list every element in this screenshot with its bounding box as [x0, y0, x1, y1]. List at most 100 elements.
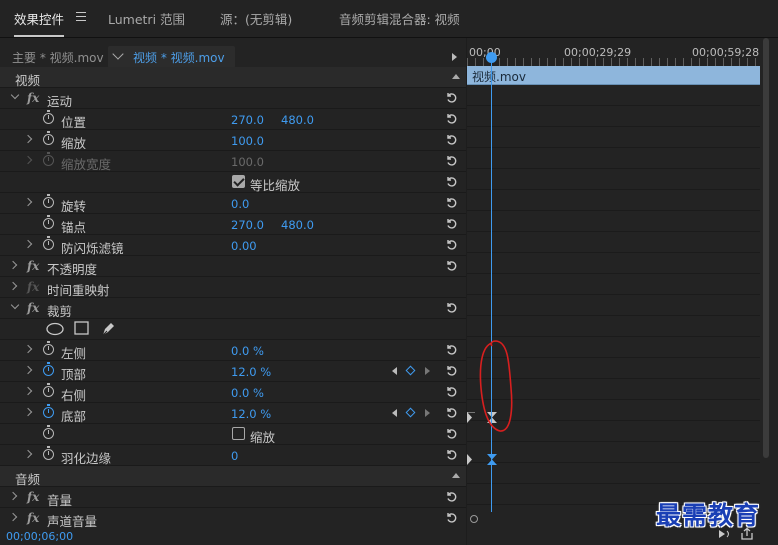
stopwatch-icon[interactable]	[43, 194, 54, 208]
property-feather-edges[interactable]: 羽化边缘 0	[0, 445, 466, 466]
anti-flicker-value[interactable]: 0.00	[231, 239, 257, 253]
stopwatch-icon[interactable]	[43, 404, 54, 418]
property-crop-zoom[interactable]: 缩放	[0, 424, 466, 445]
chevron-down-icon[interactable]	[10, 90, 20, 100]
reset-icon[interactable]	[445, 196, 458, 209]
stopwatch-icon[interactable]	[43, 446, 54, 460]
reset-icon[interactable]	[445, 511, 458, 524]
fx-icon[interactable]: fx	[27, 301, 39, 315]
reset-icon[interactable]	[445, 91, 458, 104]
property-position[interactable]: 位置 270.0 480.0	[0, 109, 466, 130]
reset-icon[interactable]	[445, 406, 458, 419]
reset-icon[interactable]	[445, 385, 458, 398]
keyframe-edge-icon[interactable]	[467, 412, 477, 423]
reset-icon[interactable]	[445, 448, 458, 461]
tab-lumetri-scopes[interactable]: Lumetri 范围	[108, 9, 185, 28]
stopwatch-icon[interactable]	[43, 383, 54, 397]
play-only-icon[interactable]	[452, 53, 457, 61]
chevron-right-icon[interactable]	[23, 386, 33, 396]
reset-icon[interactable]	[445, 112, 458, 125]
effect-volume[interactable]: fx 音量	[0, 487, 466, 508]
rotation-value[interactable]: 0.0	[231, 197, 249, 211]
fx-icon[interactable]: fx	[27, 511, 39, 525]
chevron-right-icon[interactable]	[23, 134, 33, 144]
chevron-right-icon[interactable]	[8, 491, 18, 501]
master-clip-label[interactable]: 主要 * 视频.mov	[12, 49, 104, 66]
crop-top-value[interactable]: 12.0 %	[231, 365, 271, 379]
playhead-line[interactable]	[491, 57, 492, 512]
stopwatch-icon[interactable]	[43, 215, 54, 229]
chevron-right-icon[interactable]	[23, 449, 33, 459]
reset-icon[interactable]	[445, 364, 458, 377]
tab-source[interactable]: 源：(无剪辑)	[220, 9, 292, 28]
chevron-right-icon[interactable]	[23, 365, 33, 375]
stopwatch-icon[interactable]	[43, 341, 54, 355]
timeline-clip[interactable]: 视频.mov	[467, 66, 760, 85]
reset-icon[interactable]	[445, 133, 458, 146]
zoom-handle[interactable]	[470, 515, 478, 523]
property-crop-bottom[interactable]: 底部 12.0 %	[0, 403, 466, 424]
reset-icon[interactable]	[445, 259, 458, 272]
reset-icon[interactable]	[445, 238, 458, 251]
stopwatch-icon[interactable]	[43, 131, 54, 145]
stopwatch-icon[interactable]	[43, 236, 54, 250]
reset-icon[interactable]	[445, 427, 458, 440]
property-uniform-scale[interactable]: 等比缩放	[0, 172, 466, 193]
property-rotation[interactable]: 旋转 0.0	[0, 193, 466, 214]
chevron-right-icon[interactable]	[8, 281, 18, 291]
position-x-value[interactable]: 270.0	[231, 113, 264, 127]
anchor-y-value[interactable]: 480.0	[281, 218, 314, 232]
ellipse-mask-icon[interactable]	[46, 322, 64, 336]
stopwatch-icon[interactable]	[43, 425, 54, 439]
fx-icon[interactable]: fx	[27, 490, 39, 504]
effect-opacity[interactable]: fx 不透明度	[0, 256, 466, 277]
rectangle-mask-icon[interactable]	[74, 321, 89, 336]
keyframe-icon-selected[interactable]	[487, 454, 497, 465]
playhead-handle[interactable]	[486, 52, 497, 63]
panel-menu-icon[interactable]	[76, 12, 86, 21]
time-ruler[interactable]: 00;00 00;00;29;29 00;00;59;28	[467, 38, 767, 66]
reset-icon[interactable]	[445, 490, 458, 503]
add-keyframe-icon[interactable]	[405, 365, 416, 376]
add-keyframe-icon[interactable]	[405, 407, 416, 418]
prev-keyframe-icon[interactable]	[392, 367, 397, 375]
chevron-right-icon[interactable]	[23, 239, 33, 249]
reset-icon[interactable]	[445, 175, 458, 188]
crop-zoom-checkbox[interactable]	[232, 427, 245, 440]
keyframe-edge-icon[interactable]	[467, 454, 477, 465]
vertical-scrollbar[interactable]	[763, 38, 769, 458]
reset-icon[interactable]	[445, 301, 458, 314]
property-anchor-point[interactable]: 锚点 270.0 480.0	[0, 214, 466, 235]
effect-motion[interactable]: fx 运动	[0, 88, 466, 109]
property-crop-left[interactable]: 左侧 0.0 %	[0, 340, 466, 361]
pen-mask-icon[interactable]	[100, 320, 117, 337]
property-crop-top[interactable]: 顶部 12.0 %	[0, 361, 466, 382]
stopwatch-icon[interactable]	[43, 362, 54, 376]
chevron-right-icon[interactable]	[23, 407, 33, 417]
chevron-right-icon[interactable]	[8, 512, 18, 522]
anchor-x-value[interactable]: 270.0	[231, 218, 264, 232]
collapse-up-icon[interactable]	[452, 473, 460, 478]
next-keyframe-icon[interactable]	[425, 367, 430, 375]
chevron-right-icon[interactable]	[8, 260, 18, 270]
collapse-up-icon[interactable]	[452, 74, 460, 79]
position-y-value[interactable]: 480.0	[281, 113, 314, 127]
tab-audio-clip-mixer[interactable]: 音频剪辑混合器: 视频	[339, 9, 460, 28]
property-crop-right[interactable]: 右侧 0.0 %	[0, 382, 466, 403]
effect-time-remapping[interactable]: fx 时间重映射	[0, 277, 466, 298]
keyframe-area[interactable]	[467, 85, 760, 510]
prev-keyframe-icon[interactable]	[392, 409, 397, 417]
chevron-right-icon[interactable]	[23, 197, 33, 207]
fx-icon[interactable]: fx	[27, 259, 39, 273]
sequence-clip-label[interactable]: 视频 * 视频.mov	[133, 49, 225, 66]
chevron-right-icon[interactable]	[23, 344, 33, 354]
reset-icon[interactable]	[445, 217, 458, 230]
feather-value[interactable]: 0	[231, 449, 238, 463]
current-timecode[interactable]: 00;00;06;00	[6, 530, 73, 543]
effect-channel-volume[interactable]: fx 声道音量	[0, 508, 466, 528]
property-anti-flicker[interactable]: 防闪烁滤镜 0.00	[0, 235, 466, 256]
crop-bottom-value[interactable]: 12.0 %	[231, 407, 271, 421]
effect-crop[interactable]: fx 裁剪	[0, 298, 466, 319]
crop-left-value[interactable]: 0.0 %	[231, 344, 264, 358]
fx-icon[interactable]: fx	[27, 91, 39, 105]
